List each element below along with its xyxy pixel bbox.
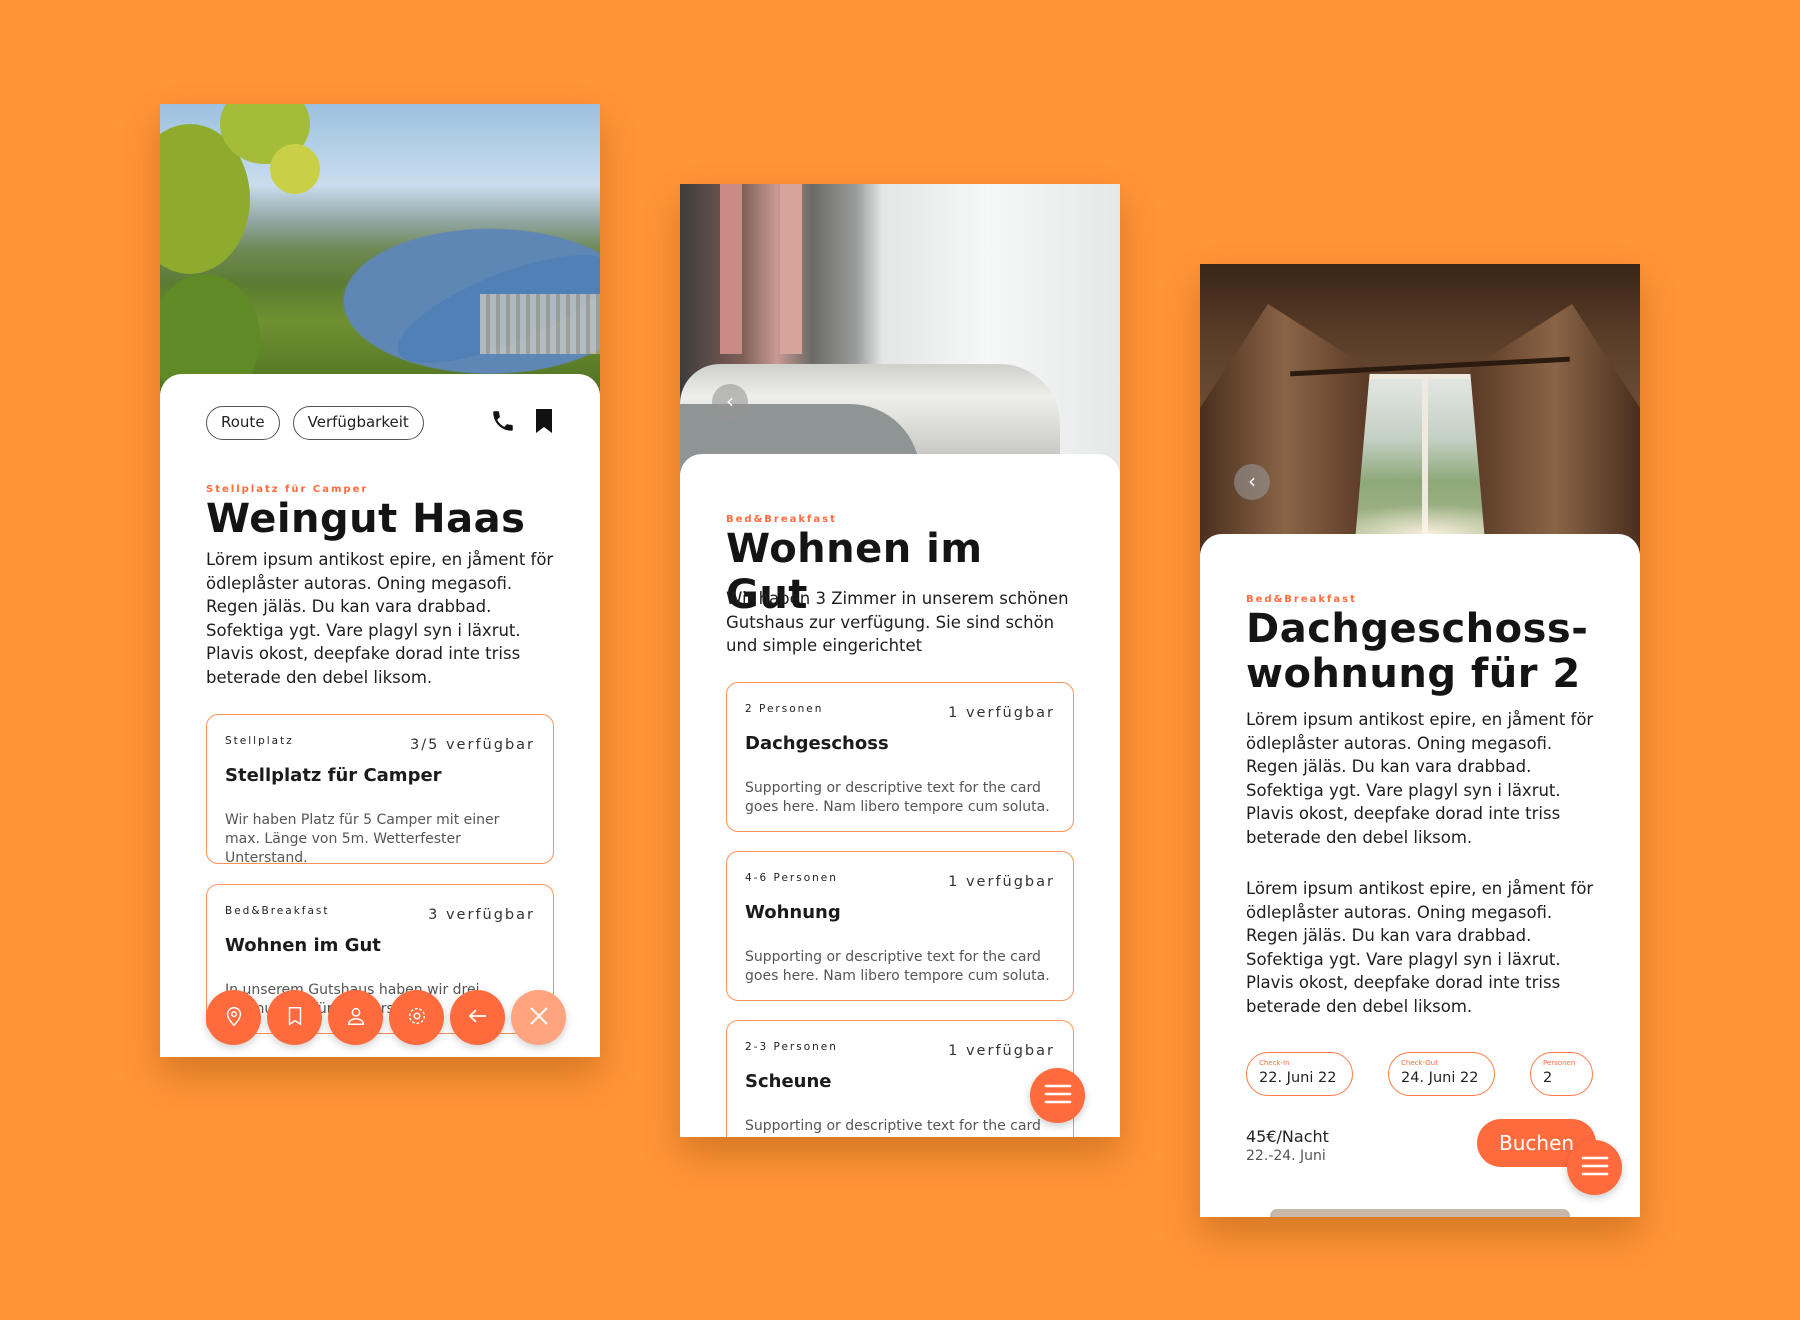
next-card-peek — [1270, 1209, 1570, 1217]
category-overline: Bed&Breakfast — [726, 514, 837, 525]
card-title: Stellplatz für Camper — [225, 765, 442, 786]
card-description: Supporting or descriptive text for the c… — [745, 780, 1050, 815]
bookmark-icon — [284, 1005, 306, 1031]
page-title-line-1: Dachgeschoss- — [1246, 606, 1589, 652]
carousel-prev-button[interactable]: ‹ — [712, 384, 748, 420]
user-icon — [345, 1005, 367, 1031]
room-card[interactable]: 4-6 Personen 1 verfügbar Wohnung Support… — [726, 851, 1074, 1001]
category-overline: Stellplatz für Camper — [206, 484, 369, 495]
category-overline: Bed&Breakfast — [1246, 594, 1357, 605]
card-availability: 1 verfügbar — [948, 1043, 1055, 1059]
hero-photo-bedroom: ‹ — [680, 184, 1120, 474]
card-description: Supporting or descriptive text for the c… — [745, 949, 1050, 984]
profile-button[interactable] — [328, 990, 383, 1045]
phone-icon[interactable] — [490, 408, 516, 438]
field-value: 2 — [1543, 1070, 1553, 1086]
card-availability: 3/5 verfügbar — [410, 737, 535, 753]
route-chip[interactable]: Route — [206, 406, 280, 440]
arrow-left-icon — [466, 1004, 490, 1032]
field-label: Personen — [1543, 1059, 1576, 1067]
card-availability: 1 verfügbar — [948, 705, 1055, 721]
field-value: 24. Juni 22 — [1401, 1070, 1479, 1086]
description-text: Lörem ipsum antikost epire, en jåment fö… — [206, 550, 554, 687]
menu-button[interactable] — [1567, 1140, 1622, 1195]
card-title: Wohnen im Gut — [225, 935, 381, 956]
card-title: Wohnung — [745, 902, 841, 923]
content-sheet: Route Verfügbarkeit Stellplatz für Campe… — [160, 374, 600, 1057]
availability-chip[interactable]: Verfügbarkeit — [292, 406, 424, 440]
hamburger-icon — [1580, 1154, 1610, 1182]
close-icon — [527, 1004, 551, 1032]
settings-button[interactable] — [389, 990, 444, 1045]
card-availability: 3 verfügbar — [428, 907, 535, 923]
chevron-left-icon: ‹ — [1248, 469, 1256, 493]
phone-screen-weingut: Route Verfügbarkeit Stellplatz für Campe… — [160, 104, 600, 1057]
description-text-2: Lörem ipsum antikost epire, en jåment fö… — [1246, 879, 1594, 1016]
room-card[interactable]: 2-3 Personen 1 verfügbar Scheune Support… — [726, 1020, 1074, 1137]
menu-button[interactable] — [1030, 1068, 1085, 1123]
map-button[interactable] — [206, 990, 261, 1045]
carousel-prev-button[interactable]: ‹ — [1234, 464, 1270, 500]
description-text: Lörem ipsum antikost epire, en jåment fö… — [1246, 710, 1594, 847]
card-overline: 2 Personen — [745, 703, 824, 715]
card-overline: 2-3 Personen — [745, 1041, 838, 1053]
settings-icon — [406, 1005, 428, 1031]
hero-photo-vineyard — [160, 104, 600, 394]
header-actions — [490, 408, 554, 438]
card-overline: 4-6 Personen — [745, 872, 838, 884]
check-in-field[interactable]: Check-In 22. Juni 22 — [1246, 1052, 1353, 1096]
back-button[interactable] — [450, 990, 505, 1045]
hero-photo-attic: ‹ — [1200, 264, 1640, 554]
card-description: Wir haben Platz für 5 Camper mit einer m… — [225, 812, 500, 866]
phone-screen-dachgeschoss: ‹ Bed&Breakfast Dachgeschoss- wohnung fü… — [1200, 264, 1640, 1217]
guests-field[interactable]: Personen 2 — [1530, 1052, 1593, 1096]
card-description: Supporting or descriptive text for the c… — [745, 1118, 1041, 1134]
field-label: Check-Out — [1401, 1059, 1438, 1067]
phone-screen-wohnen: ‹ Bed&Breakfast Wohnen im Gut Wir haben … — [680, 184, 1120, 1137]
content-sheet: Bed&Breakfast Wohnen im Gut Wir haben 3 … — [680, 454, 1120, 1137]
bookmarks-button[interactable] — [267, 990, 322, 1045]
description-text: Wir haben 3 Zimmer in unserem schönen Gu… — [726, 589, 1069, 655]
page-title-line-2: wohnung für 2 — [1246, 651, 1581, 697]
check-out-field[interactable]: Check-Out 24. Juni 22 — [1388, 1052, 1495, 1096]
card-overline: Bed&Breakfast — [225, 905, 330, 917]
close-button[interactable] — [511, 990, 566, 1045]
map-pin-icon — [223, 1005, 245, 1031]
chevron-left-icon: ‹ — [726, 389, 734, 413]
card-title: Dachgeschoss — [745, 733, 889, 754]
fab-menu — [206, 990, 566, 1045]
page-title: Weingut Haas — [206, 496, 526, 542]
offer-card[interactable]: Stellplatz 3/5 verfügbar Stellplatz für … — [206, 714, 554, 866]
hamburger-icon — [1043, 1082, 1073, 1110]
content-sheet: Bed&Breakfast Dachgeschoss- wohnung für … — [1200, 534, 1640, 1217]
card-overline: Stellplatz — [225, 735, 294, 747]
field-label: Check-In — [1259, 1059, 1290, 1067]
card-availability: 1 verfügbar — [948, 874, 1055, 890]
field-value: 22. Juni 22 — [1259, 1070, 1337, 1086]
bookmark-icon[interactable] — [534, 408, 554, 438]
card-title: Scheune — [745, 1071, 832, 1092]
room-card[interactable]: 2 Personen 1 verfügbar Dachgeschoss Supp… — [726, 682, 1074, 832]
